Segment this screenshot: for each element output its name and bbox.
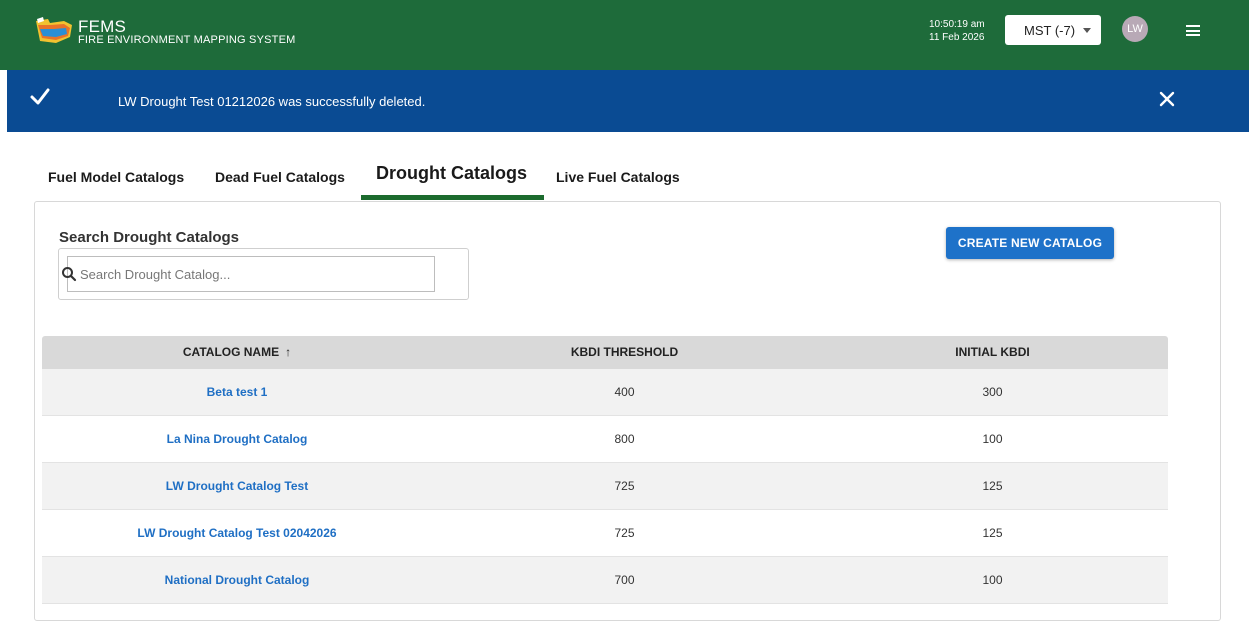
column-header-kbdi-threshold[interactable]: KBDI THRESHOLD (432, 336, 817, 369)
catalog-name-link[interactable]: La Nina Drought Catalog (42, 416, 432, 462)
clock: 10:50:19 am 11 Feb 2026 (929, 18, 985, 44)
column-header-catalog-name[interactable]: CATALOG NAME ↑ (42, 336, 432, 369)
kbdi-threshold-cell: 700 (614, 573, 635, 587)
column-label: CATALOG NAME (182, 345, 280, 359)
timezone-value: MST (-7) (1024, 22, 1076, 38)
catalog-name-link[interactable]: Beta test 1 (42, 369, 432, 415)
initial-kbdi-cell: 300 (982, 385, 1003, 399)
table-header: CATALOG NAME ↑ KBDI THRESHOLD INITIAL KBD… (42, 336, 1168, 369)
initial-kbdi-cell: 125 (982, 526, 1003, 540)
app-full-name: FIRE ENVIRONMENT MAPPING SYSTEM (78, 34, 296, 46)
table-row: National Drought Catalog 700 100 (42, 557, 1168, 604)
initial-kbdi-cell: 100 (982, 573, 1003, 587)
caret-down-icon (1083, 28, 1091, 33)
app-short-name: FEMS (78, 17, 127, 36)
kbdi-threshold-cell: 400 (614, 385, 635, 399)
initial-kbdi-cell: 100 (982, 432, 1003, 446)
column-header-initial-kbdi[interactable]: INITIAL KBDI (817, 336, 1168, 369)
kbdi-threshold-cell: 725 (614, 526, 635, 540)
tab-drought-catalogs[interactable]: Drought Catalogs (376, 163, 527, 184)
active-tab-indicator (361, 195, 544, 200)
table-row: LW Drought Catalog Test 725 125 (42, 463, 1168, 510)
clock-date: 11 Feb 2026 (929, 32, 985, 43)
initial-kbdi-cell: 125 (982, 479, 1003, 493)
catalog-name-link[interactable]: LW Drought Catalog Test 02042026 (42, 510, 432, 556)
fems-logo-icon[interactable] (34, 15, 74, 47)
tab-dead-fuel-catalogs[interactable]: Dead Fuel Catalogs (215, 169, 345, 185)
catalog-table: CATALOG NAME ↑ KBDI THRESHOLD INITIAL KBD… (42, 336, 1168, 604)
app-header: FEMS FIRE ENVIRONMENT MAPPING SYSTEM 10:… (0, 0, 1249, 70)
search-heading: Search Drought Catalogs (59, 229, 240, 246)
success-notification: LW Drought Test 01212026 was successfull… (7, 70, 1249, 132)
catalog-name-link[interactable]: National Drought Catalog (42, 557, 432, 603)
timezone-select[interactable]: MST (-7) (1005, 15, 1101, 45)
kbdi-threshold-cell: 800 (614, 432, 635, 446)
catalog-name-link[interactable]: LW Drought Catalog Test (42, 463, 432, 509)
table-row: Beta test 1 400 300 (42, 369, 1168, 416)
table-row: La Nina Drought Catalog 800 100 (42, 416, 1168, 463)
hamburger-menu-icon[interactable] (1186, 25, 1200, 36)
search-input[interactable] (80, 264, 430, 284)
kbdi-threshold-cell: 725 (614, 479, 635, 493)
clock-time: 10:50:19 am (929, 19, 985, 30)
tab-live-fuel-catalogs[interactable]: Live Fuel Catalogs (556, 169, 680, 185)
user-avatar[interactable]: LW (1122, 16, 1148, 42)
notification-message: LW Drought Test 01212026 was successfull… (118, 94, 426, 109)
search-icon (62, 267, 77, 282)
table-row: LW Drought Catalog Test 02042026 725 125 (42, 510, 1168, 557)
tab-fuel-model-catalogs[interactable]: Fuel Model Catalogs (48, 169, 184, 185)
close-icon[interactable] (1158, 90, 1176, 108)
sort-ascending-icon[interactable]: ↑ (285, 336, 291, 369)
create-new-catalog-button[interactable]: CREATE NEW CATALOG (946, 227, 1114, 259)
check-icon (30, 88, 50, 105)
